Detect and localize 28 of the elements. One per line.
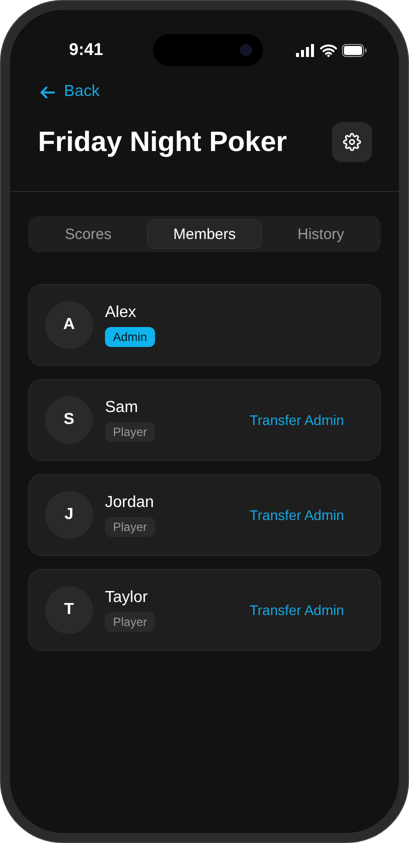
back-arrow-icon [40, 86, 55, 98]
avatar: T [45, 586, 93, 634]
transfer-admin-link[interactable]: Transfer Admin [250, 507, 344, 523]
role-badge: Admin [105, 326, 156, 346]
back-link[interactable]: Back [40, 81, 100, 103]
wifi-icon [320, 44, 337, 56]
role-badge: Player [105, 516, 156, 536]
member-name: Alex [105, 304, 136, 322]
avatar: A [45, 301, 93, 349]
tab[interactable]: Scores [31, 219, 146, 249]
status-time: 9:41 [69, 40, 104, 60]
tab[interactable]: Members [147, 219, 262, 249]
avatar: S [45, 396, 93, 444]
transfer-admin-link[interactable]: Transfer Admin [250, 602, 344, 618]
member-name: Taylor [105, 588, 148, 606]
settings-icon [343, 132, 361, 150]
battery-icon [342, 44, 367, 56]
avatar: J [45, 491, 93, 539]
page-title: Friday Night Poker [38, 126, 287, 158]
member-name: Sam [105, 398, 138, 416]
transfer-admin-link[interactable]: Transfer Admin [250, 412, 344, 428]
tab[interactable]: History [264, 219, 378, 249]
role-badge: Player [105, 422, 156, 442]
member-name: Jordan [105, 494, 154, 512]
role-badge: Player [105, 612, 156, 632]
settings-button[interactable] [332, 122, 372, 162]
camera-icon [238, 43, 252, 57]
signal-icon [296, 44, 315, 56]
